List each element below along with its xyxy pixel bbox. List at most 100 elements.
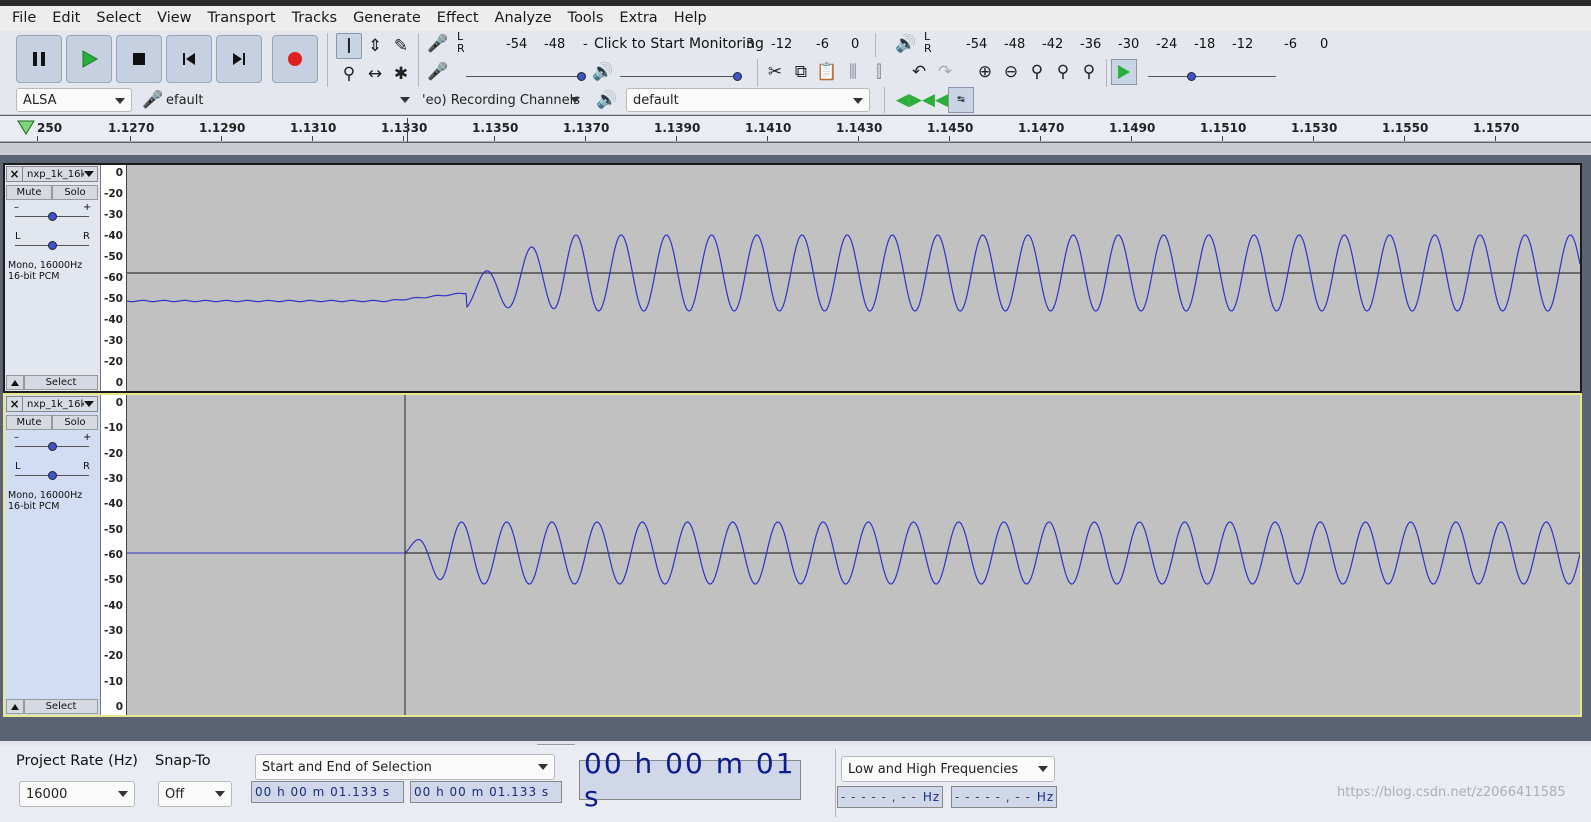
- pause-button[interactable]: [16, 35, 62, 83]
- play-speed-slider[interactable]: [1148, 76, 1276, 77]
- vertical-ruler-label: -30: [104, 209, 123, 221]
- vertical-ruler[interactable]: 0 -20 -30 -40 -50 -60 -50 -40 -30 -20 0: [101, 165, 127, 391]
- redo-button[interactable]: ↷: [932, 59, 958, 85]
- collapse-button[interactable]: [6, 699, 24, 714]
- menu-effect[interactable]: Effect: [429, 6, 487, 31]
- microphone-icon: 🎤: [427, 34, 449, 54]
- track-name-bar[interactable]: × nxp_1k_16k_: [6, 166, 98, 182]
- audio-track-2[interactable]: × nxp_1k_16k_ Mute Solo – + L R Mono, 16…: [3, 393, 1582, 717]
- seek-button[interactable]: ◀◀: [922, 87, 948, 113]
- menu-analyze[interactable]: Analyze: [487, 6, 560, 31]
- time-shift-tool[interactable]: ↔: [362, 61, 388, 87]
- silence-button[interactable]: ⫿: [866, 59, 892, 85]
- menu-select[interactable]: Select: [88, 6, 149, 31]
- menu-tools[interactable]: Tools: [560, 6, 612, 31]
- recording-device-select[interactable]: efault: [160, 88, 416, 112]
- zoom-out-button[interactable]: ⊖: [998, 59, 1024, 85]
- low-frequency-field[interactable]: - - - - - , - - Hz: [837, 786, 943, 808]
- watermark-text: https://blog.csdn.net/z2066411585: [1337, 785, 1566, 800]
- track-name-bar[interactable]: × nxp_1k_16k_: [6, 396, 98, 412]
- spectral-selection-mode-select[interactable]: Low and High Frequencies: [841, 756, 1055, 782]
- draw-tool[interactable]: ✎: [388, 33, 414, 59]
- vertical-ruler-label: -20: [104, 447, 123, 460]
- audio-host-select[interactable]: ALSA: [16, 88, 132, 112]
- menu-tracks[interactable]: Tracks: [284, 6, 346, 31]
- timeline-ruler[interactable]: 250 1.1270 1.1290 1.1310 1.1330 1.1350 1.1370 1…: [0, 116, 1591, 142]
- collapse-button[interactable]: [6, 375, 24, 390]
- select-track-button[interactable]: Select: [24, 375, 98, 390]
- record-button[interactable]: [272, 35, 318, 83]
- audio-position-display[interactable]: 00 h 00 m 01 s: [579, 747, 801, 813]
- playback-volume-thumb[interactable]: [733, 72, 742, 81]
- timeline-options-button[interactable]: ↹: [948, 87, 974, 113]
- vertical-ruler[interactable]: 0 -10 -20 -30 -40 -50 -60 -50 -40 -30 -20 -10 0: [101, 395, 127, 715]
- gain-slider-thumb[interactable]: [48, 212, 57, 221]
- zoom-toggle-button[interactable]: ⚲: [1076, 59, 1102, 85]
- undo-button[interactable]: ↶: [906, 59, 932, 85]
- recording-meter[interactable]: -54 -48 - Click to Start Monitoring 3 -1…: [470, 33, 872, 55]
- silence-icon: ⫿: [876, 62, 882, 82]
- mute-button[interactable]: Mute: [6, 185, 52, 200]
- close-icon[interactable]: ×: [7, 167, 23, 181]
- pan-slider-thumb[interactable]: [48, 241, 57, 250]
- recording-volume-slider[interactable]: [466, 76, 584, 77]
- multi-tool[interactable]: ✱: [388, 61, 414, 87]
- menu-generate[interactable]: Generate: [345, 6, 429, 31]
- fit-selection-button[interactable]: ⚲: [1024, 59, 1050, 85]
- high-frequency-field[interactable]: - - - - - , - - Hz: [951, 786, 1057, 808]
- selection-start-time[interactable]: 00 h 00 m 01.133 s: [251, 781, 404, 803]
- paste-icon: 📋: [816, 62, 838, 82]
- recording-volume-thumb[interactable]: [577, 72, 586, 81]
- chevron-down-icon[interactable]: [84, 171, 94, 177]
- playback-device-select[interactable]: default: [626, 88, 870, 112]
- track-control-panel[interactable]: × nxp_1k_16k_ Mute Solo – + L R Mono, 16…: [5, 395, 101, 715]
- playback-volume-slider[interactable]: [620, 76, 738, 77]
- solo-button[interactable]: Solo: [52, 415, 98, 430]
- fit-project-button[interactable]: ⚲: [1050, 59, 1076, 85]
- playback-meter[interactable]: -54 -48 -42 -36 -30 -24 -18 -12 -6 0: [936, 33, 1336, 55]
- record-meter-prompt[interactable]: Click to Start Monitoring: [594, 36, 764, 52]
- pan-slider-thumb[interactable]: [48, 471, 57, 480]
- play-speed-thumb[interactable]: [1187, 72, 1196, 81]
- copy-icon: ⧉: [794, 62, 808, 82]
- skip-to-start-button[interactable]: [166, 35, 212, 83]
- asterisk-icon: ✱: [393, 64, 409, 84]
- stop-button[interactable]: [116, 35, 162, 83]
- chevron-down-icon[interactable]: [84, 401, 94, 407]
- scrub-bar[interactable]: [0, 143, 1591, 155]
- scrub-button[interactable]: ◀▶: [896, 87, 922, 113]
- menu-help[interactable]: Help: [666, 6, 715, 31]
- menu-transport[interactable]: Transport: [200, 6, 284, 31]
- menu-view[interactable]: View: [149, 6, 199, 31]
- envelope-tool[interactable]: ⇕: [362, 33, 388, 59]
- play-button[interactable]: [66, 35, 112, 83]
- track-control-panel[interactable]: × nxp_1k_16k_ Mute Solo – + L R Mono, 16…: [5, 165, 101, 391]
- project-rate-select[interactable]: 16000: [19, 781, 135, 807]
- selection-mode-select[interactable]: Start and End of Selection: [255, 754, 555, 780]
- cut-button[interactable]: ✂: [762, 59, 788, 85]
- playback-meter-button[interactable]: 🔊: [893, 31, 919, 57]
- menu-file[interactable]: File: [4, 6, 44, 31]
- menu-extra[interactable]: Extra: [611, 6, 665, 31]
- menu-edit[interactable]: Edit: [44, 6, 88, 31]
- waveform-display[interactable]: [127, 165, 1580, 391]
- paste-button[interactable]: 📋: [814, 59, 840, 85]
- snap-to-select[interactable]: Off: [158, 781, 232, 807]
- copy-button[interactable]: ⧉: [788, 59, 814, 85]
- recording-channels-select[interactable]: 'eo) Recording Channels: [418, 88, 586, 112]
- zoom-in-button[interactable]: ⊕: [972, 59, 998, 85]
- select-track-button[interactable]: Select: [24, 699, 98, 714]
- solo-button[interactable]: Solo: [52, 185, 98, 200]
- selection-end-time[interactable]: 00 h 00 m 01.133 s: [410, 781, 562, 803]
- selection-tool[interactable]: I: [336, 33, 362, 59]
- gain-slider-thumb[interactable]: [48, 442, 57, 451]
- waveform-display[interactable]: [127, 395, 1580, 715]
- play-at-speed-button[interactable]: [1111, 59, 1137, 85]
- record-meter-button[interactable]: 🎤: [425, 31, 451, 57]
- trim-button[interactable]: ⫼: [840, 59, 866, 85]
- mute-button[interactable]: Mute: [6, 415, 52, 430]
- audio-track-1[interactable]: × nxp_1k_16k_ Mute Solo – + L R Mono, 16…: [3, 163, 1582, 393]
- skip-to-end-button[interactable]: [216, 35, 262, 83]
- close-icon[interactable]: ×: [7, 397, 23, 411]
- zoom-tool[interactable]: ⚲: [336, 61, 362, 87]
